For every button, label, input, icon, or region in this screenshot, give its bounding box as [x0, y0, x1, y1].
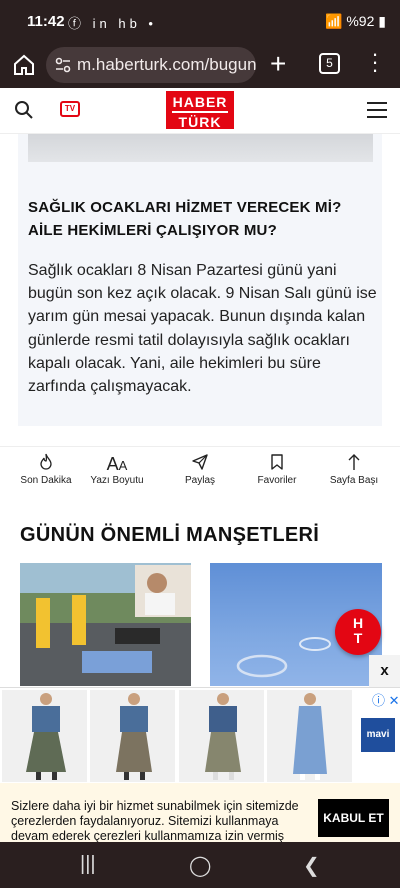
toolbar-son-dakika[interactable]: Son Dakika [6, 453, 86, 486]
ad-product-image[interactable] [267, 690, 352, 782]
toolbar-label: Yazı Boyutu [90, 475, 144, 486]
hamburger-menu-icon[interactable] [367, 102, 387, 123]
cookie-accept-button[interactable]: KABUL ET [318, 799, 389, 837]
search-icon[interactable] [14, 100, 34, 120]
ht-button-top: H [352, 615, 364, 631]
article-heading: SAĞLIK OCAKLARI HİZMET VERECEK Mİ? AİLE … [28, 199, 342, 239]
mavi-logo[interactable]: mavi [361, 718, 395, 752]
logo-text-bottom: TÜRK [178, 114, 222, 130]
toolbar-label: Favoriler [257, 475, 297, 486]
notification-icons: ⓕ in hb • [68, 16, 157, 31]
ht-floating-button[interactable]: H T [335, 609, 381, 655]
new-tab-icon[interactable]: + [270, 48, 286, 80]
site-settings-icon[interactable] [54, 56, 72, 79]
article-toolbar: Son Dakika AA Yazı Boyutu Paylaş Favoril… [0, 446, 400, 500]
address-bar[interactable]: m.haberturk.com/bugun [46, 47, 256, 83]
home-nav-icon[interactable]: ◯ [189, 853, 211, 878]
ad-product-image[interactable] [2, 690, 87, 782]
toolbar-label: Sayfa Başı [329, 475, 379, 486]
ht-button-bottom: T [353, 630, 363, 646]
ad-choices-icon[interactable]: ⓘ ✕ [372, 690, 400, 709]
article-card: SAĞLIK OCAKLARI HİZMET VERECEK Mİ? AİLE … [18, 134, 382, 426]
battery-level: %92 [346, 13, 375, 29]
back-icon[interactable]: ❮ [303, 853, 320, 878]
site-header: TV HABER TÜRK [0, 88, 400, 134]
status-time: 11:42 [27, 13, 65, 30]
share-icon [160, 453, 240, 475]
flame-icon [6, 453, 86, 475]
home-icon[interactable] [12, 53, 36, 77]
headlines-title: GÜNÜN ÖNEMLİ MANŞETLERİ [20, 524, 320, 546]
tab-count-button[interactable]: 5 [319, 53, 340, 74]
bookmark-icon [237, 453, 317, 475]
url-text: m.haberturk.com/bugun [77, 55, 256, 74]
recent-apps-icon[interactable]: ||| [80, 853, 96, 876]
wifi-icon: 📶 [325, 13, 343, 29]
haberturk-logo[interactable]: HABER TÜRK [166, 91, 234, 130]
font-size-icon: AA [106, 454, 128, 474]
toolbar-label: Son Dakika [20, 475, 72, 486]
system-icons: 📶 %92 ▮ [325, 13, 386, 30]
article-body: Sağlık ocakları 8 Nisan Pazartesi günü y… [28, 262, 377, 396]
toolbar-sayfa-basi[interactable]: Sayfa Başı [314, 453, 394, 486]
toolbar-favoriler[interactable]: Favoriler [237, 453, 317, 486]
tv-icon[interactable]: TV [60, 101, 80, 117]
toolbar-yazi-boyutu[interactable]: AA Yazı Boyutu [77, 453, 157, 486]
system-nav-bar: ||| ◯ ❮ [0, 842, 400, 888]
arrow-up-icon [314, 453, 394, 475]
overflow-menu-icon[interactable]: · · · [370, 43, 380, 81]
cookie-text: Sizlere daha iyi bir hizmet sunabilmek i… [11, 799, 299, 842]
ad-close-button[interactable]: x [369, 655, 400, 687]
status-bar: 11:42 ⓕ in hb • 📶 %92 ▮ [0, 0, 400, 44]
browser-toolbar: m.haberturk.com/bugun + 5 · · · [0, 43, 400, 88]
headline-thumbnail[interactable] [20, 563, 191, 686]
ad-banner[interactable]: ⓘ ✕ mavi [0, 687, 400, 783]
battery-icon: ▮ [378, 13, 386, 29]
cookie-banner: Sizlere daha iyi bir hizmet sunabilmek i… [0, 783, 400, 842]
article-image [28, 134, 373, 162]
toolbar-paylas[interactable]: Paylaş [160, 453, 240, 486]
logo-text-top: HABER [172, 94, 228, 110]
toolbar-label: Paylaş [184, 475, 215, 486]
ad-product-image[interactable] [179, 690, 264, 782]
ad-product-image[interactable] [90, 690, 175, 782]
